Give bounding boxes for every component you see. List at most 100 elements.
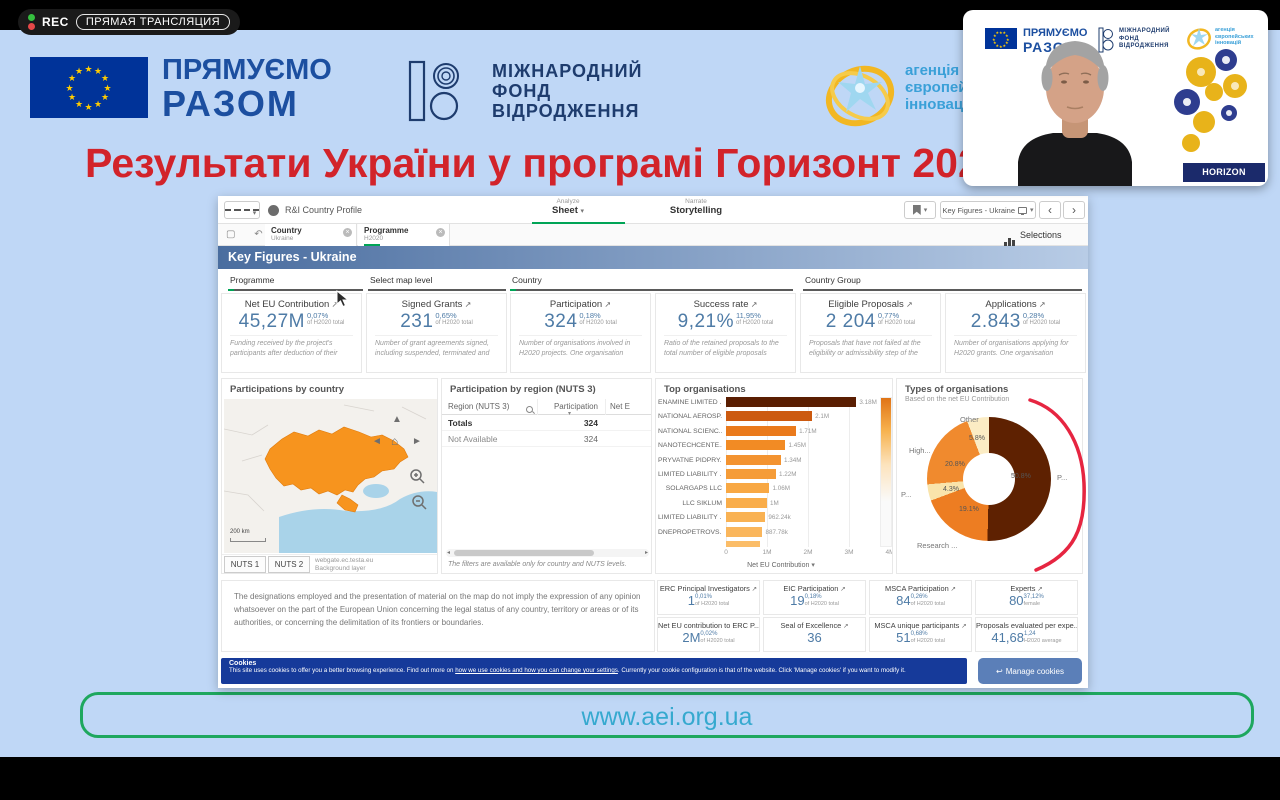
filter-dropdown-country[interactable]: Country xyxy=(510,271,793,291)
bar[interactable] xyxy=(726,411,812,421)
table-row[interactable]: Not Available324 xyxy=(442,431,652,447)
bar-value-label: 887.78k xyxy=(765,529,787,536)
chip-close-icon[interactable]: × xyxy=(343,228,352,237)
filter-dropdown-select-map-level[interactable]: Select map level xyxy=(368,271,506,291)
kpi-title-text: Success rate xyxy=(694,299,749,310)
eu-star-icon: ★ xyxy=(85,102,93,113)
eu-star-icon: ★ xyxy=(66,83,74,94)
nuts1-button[interactable]: NUTS 1 xyxy=(224,556,266,573)
external-link-icon[interactable]: ↗ xyxy=(904,300,913,309)
recording-indicator: REC ПРЯМАЯ ТРАНСЛЯЦИЯ xyxy=(18,9,240,35)
mini-kpi-title: EIC Participation ↗ xyxy=(764,584,865,593)
sheet-selector[interactable]: Key Figures - Ukraine ▾ xyxy=(940,201,1036,219)
nuts2-button[interactable]: NUTS 2 xyxy=(268,556,310,573)
mini-kpi-share-caption: of H2020 total xyxy=(911,601,945,607)
bar-category-label: LIMITED LIABILITY ... xyxy=(658,514,722,521)
donut-slice-percent: 4.3% xyxy=(943,486,959,493)
external-link-icon[interactable]: ↗ xyxy=(462,300,471,309)
col-net-eu[interactable]: Net E xyxy=(610,402,630,411)
map-home-button[interactable]: ⌂ xyxy=(391,436,398,446)
mini-kpi-share-caption: female xyxy=(1024,601,1044,607)
bar-chart-xlabel[interactable]: Net EU Contribution ▾ xyxy=(696,561,866,569)
kpi-share: 0,18%of H2020 total xyxy=(579,312,616,327)
mini-kpi-value-row: 510,68%of H2020 total xyxy=(870,631,971,645)
filter-dropdown-programme[interactable]: Programme xyxy=(228,271,363,291)
mini-kpi-title-text: ERC Principal Investigators xyxy=(660,584,750,593)
bar[interactable] xyxy=(726,483,769,493)
zoom-in-button[interactable] xyxy=(410,469,426,485)
bar[interactable] xyxy=(726,426,796,436)
menu-button[interactable]: ▾ xyxy=(224,201,260,219)
kpi-card-4: Eligible Proposals ↗2 2040,77%of H2020 t… xyxy=(800,293,941,373)
kpi-value: 324 xyxy=(544,312,577,332)
region-table-panel: Participation by region (NUTS 3) Region … xyxy=(441,378,652,574)
cell-participation: 324 xyxy=(540,418,598,428)
map-canvas[interactable]: ▲ ◄ ⌂ ► 200 km xyxy=(224,399,437,553)
tab-narrate-storytelling[interactable]: Narrate Storytelling xyxy=(660,198,732,216)
external-link-icon[interactable]: ↗ xyxy=(748,300,757,309)
col-region[interactable]: Region (NUTS 3) xyxy=(448,402,509,411)
filter-dropdown-country-group[interactable]: Country Group xyxy=(803,271,1082,291)
pan-left-button[interactable]: ◄ xyxy=(372,437,382,447)
eu-star-icon: ★ xyxy=(68,92,76,103)
manage-cookies-button[interactable]: ↩ Manage cookies xyxy=(978,658,1082,684)
horizontal-scrollbar[interactable]: ◂ ▸ xyxy=(446,549,649,557)
chip-close-icon[interactable]: × xyxy=(436,228,445,237)
pan-up-button[interactable]: ▲ xyxy=(392,415,402,425)
bar-partial[interactable] xyxy=(726,541,760,547)
external-link-icon[interactable]: ↗ xyxy=(602,300,611,309)
bar-value-label: 2.1M xyxy=(815,413,829,420)
qlik-dashboard: ▾ R&I Country Profile Analyze Sheet ▾ Na… xyxy=(218,196,1088,688)
bar[interactable] xyxy=(726,512,765,522)
chart-minimap-scrollbar[interactable] xyxy=(880,397,892,547)
kpi-value: 45,27M xyxy=(239,312,305,332)
external-link-icon[interactable]: ↗ xyxy=(838,586,845,593)
kpi-card-2: Participation ↗3240,18%of H2020 totalNum… xyxy=(510,293,651,373)
external-link-icon[interactable]: ↗ xyxy=(1035,586,1042,593)
bar-value-label: 1.45M xyxy=(788,442,806,449)
bar-category-label: LIMITED LIABILITY ... xyxy=(658,471,722,478)
external-link-icon[interactable]: ↗ xyxy=(949,586,956,593)
external-link-icon[interactable]: ↗ xyxy=(959,623,966,630)
cookie-banner: Cookies This site uses cookies to offer … xyxy=(221,658,967,684)
cookie-settings-link[interactable]: how we use cookies and how you can chang… xyxy=(455,667,618,674)
prev-sheet-button[interactable]: ‹ xyxy=(1039,201,1061,219)
mini-kpi-value: 2M xyxy=(682,631,700,645)
donut-slice-label: Research ... xyxy=(917,541,957,550)
external-link-icon[interactable]: ↗ xyxy=(1037,300,1046,309)
mini-kpi-share: 0,26%of H2020 total xyxy=(911,594,945,608)
kpi-share: 11,95%of H2020 total xyxy=(736,312,773,327)
external-link-icon[interactable]: ↗ xyxy=(841,623,848,630)
eu-star-icon: ★ xyxy=(101,92,109,103)
table-row[interactable]: Totals324 xyxy=(442,415,652,431)
pan-right-button[interactable]: ► xyxy=(412,437,422,447)
bar[interactable] xyxy=(726,498,767,508)
kpi-share-pct: 0,77% xyxy=(878,312,915,320)
next-sheet-button[interactable]: › xyxy=(1063,201,1085,219)
mini-kpi-title: MSCA unique participants ↗ xyxy=(870,621,971,630)
filter-chip-programme[interactable]: ProgrammeH2020× xyxy=(358,224,450,246)
scrollbar-thumb[interactable] xyxy=(454,550,594,556)
kpi-value: 2 204 xyxy=(826,312,876,332)
external-link-icon[interactable]: ↗ xyxy=(750,586,757,593)
mini-kpi-1: EIC Participation ↗190,18%of H2020 total xyxy=(763,580,866,615)
selections-button[interactable]: Selections xyxy=(1020,230,1062,240)
bar[interactable] xyxy=(726,527,762,537)
mini-kpi-2: MSCA Participation ↗840,26%of H2020 tota… xyxy=(869,580,972,615)
mini-kpi-value-row: 8037,12%female xyxy=(976,594,1077,608)
search-icon[interactable] xyxy=(526,406,535,415)
bar[interactable] xyxy=(726,397,856,407)
irf-logo xyxy=(408,60,482,124)
bookmarks-button[interactable]: ▾ xyxy=(904,201,936,219)
bar[interactable] xyxy=(726,469,776,479)
mini-kpi-value: 80 xyxy=(1009,594,1023,608)
bar[interactable] xyxy=(726,455,781,465)
table-header: Region (NUTS 3) Participation ▾ Net E xyxy=(442,399,652,415)
mini-kpi-title-text: MSCA Participation xyxy=(885,584,949,593)
zoom-out-button[interactable] xyxy=(412,495,428,511)
filter-chip-country[interactable]: CountryUkraine× xyxy=(265,224,357,246)
bar[interactable] xyxy=(726,440,785,450)
tab-analyze-sheet[interactable]: Analyze Sheet ▾ xyxy=(538,198,598,216)
kpi-title: Eligible Proposals ↗ xyxy=(801,299,940,310)
live-broadcast-badge: ПРЯМАЯ ТРАНСЛЯЦИЯ xyxy=(76,14,230,30)
